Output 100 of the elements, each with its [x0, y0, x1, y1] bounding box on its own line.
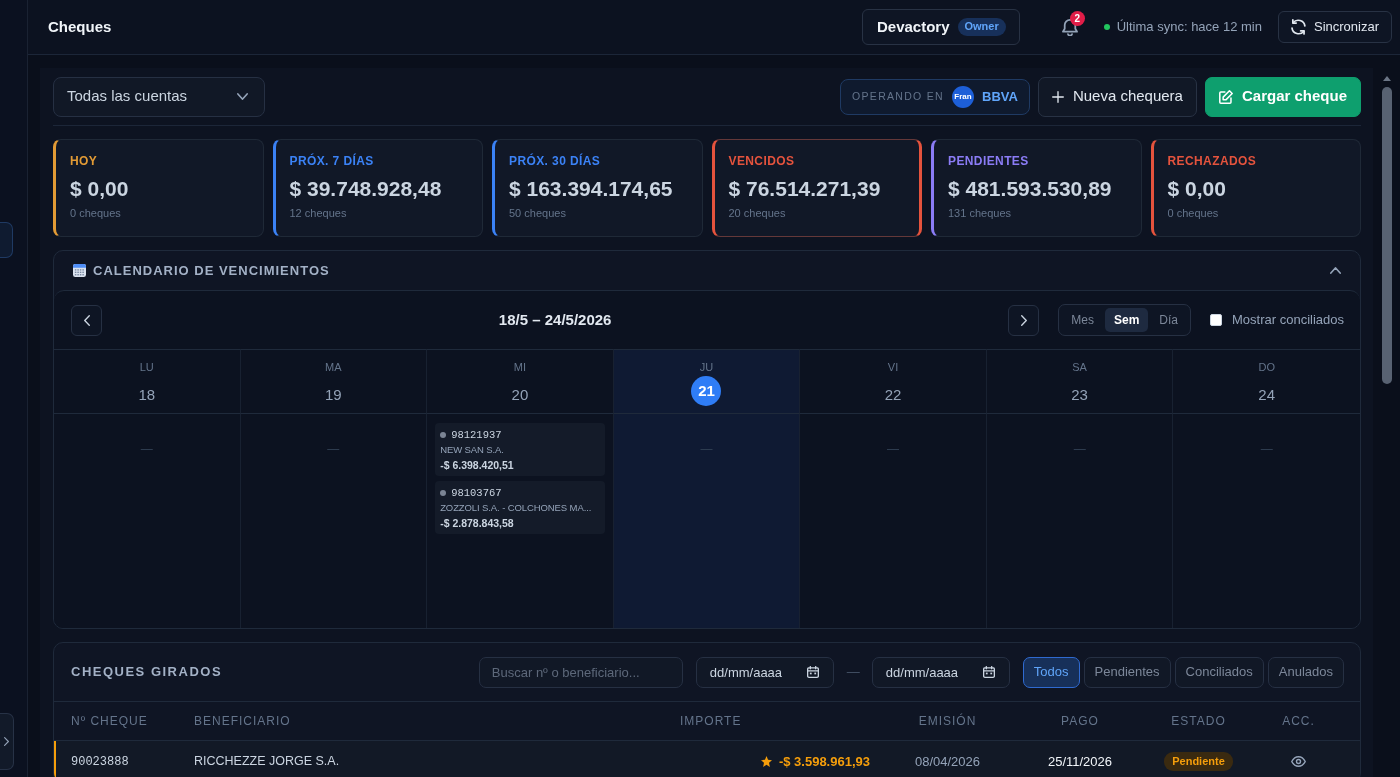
- column-header[interactable]: EMISIÓN: [880, 712, 1015, 730]
- star-icon[interactable]: [760, 756, 772, 767]
- checkbox-label: Mostrar conciliados: [1232, 311, 1344, 330]
- summary-card[interactable]: PENDIENTES $ 481.593.530,89 131 cheques: [931, 139, 1142, 237]
- filter-button[interactable]: Anulados: [1267, 656, 1344, 688]
- card-label: PENDIENTES: [948, 153, 1030, 169]
- summary-card[interactable]: RECHAZADOS $ 0,00 0 cheques: [1150, 139, 1361, 237]
- table-cell-text: RICCHEZZE JORGE S.A.: [194, 753, 341, 771]
- account-select[interactable]: Todas las cuentas: [53, 76, 265, 117]
- edit-icon: [1218, 89, 1233, 104]
- page-title: Cheques: [48, 16, 112, 37]
- filter-button[interactable]: Conciliados: [1174, 656, 1264, 688]
- calendar-icon[interactable]: [982, 665, 995, 678]
- date-field[interactable]: dd/mm/aaaa: [871, 656, 1010, 688]
- filter-button[interactable]: Pendientes: [1083, 656, 1171, 688]
- day-number[interactable]: 23: [1071, 380, 1088, 410]
- payee-name: ZOZZOLI S.A. - COLCHONES MA...: [440, 501, 593, 515]
- day-number[interactable]: 21: [691, 376, 722, 406]
- column-header[interactable]: IMPORTE: [680, 712, 880, 730]
- card-label: RECHAZADOS: [1167, 153, 1258, 169]
- range-separator: —: [846, 663, 860, 682]
- day-number[interactable]: 18: [138, 380, 156, 410]
- eye-icon[interactable]: [1291, 756, 1306, 767]
- day-number[interactable]: 24: [1258, 380, 1276, 410]
- previous-button[interactable]: [71, 304, 102, 336]
- table-cell-text: 25/11/2026: [1047, 752, 1113, 771]
- empty-day-mark: —: [700, 442, 713, 456]
- weekday-label: JU: [699, 360, 714, 374]
- scrollbar-thumb[interactable]: [1381, 87, 1392, 384]
- payee-name: NEW SAN S.A.: [440, 443, 505, 457]
- day-number[interactable]: 19: [325, 380, 342, 410]
- column-header[interactable]: ACC.: [1252, 712, 1345, 730]
- card-amount: $ 0,00: [70, 176, 130, 202]
- weekday-label: MI: [513, 360, 527, 374]
- date-field[interactable]: dd/mm/aaaa: [695, 656, 834, 688]
- checkbox[interactable]: [1210, 314, 1222, 326]
- view-tab[interactable]: Mes: [1062, 308, 1103, 332]
- empty-day-mark: —: [1073, 442, 1086, 456]
- column-header[interactable]: ESTADO: [1145, 712, 1252, 730]
- cheque-amount: -$ 2.878.843,58: [440, 516, 515, 530]
- card-amount: $ 163.394.174,65: [509, 176, 674, 202]
- table-cell-text: 08/04/2026: [914, 752, 981, 771]
- chevron-left-icon: [83, 314, 90, 326]
- chevron-up-icon[interactable]: [1330, 267, 1341, 274]
- cheque-amount: -$ 6.398.420,51: [440, 458, 515, 472]
- chevron-right-icon: [1020, 314, 1027, 326]
- view-tab[interactable]: Día: [1150, 308, 1187, 332]
- date-range-title: 18/5 – 24/5/2026: [497, 309, 613, 330]
- refresh-icon: [1290, 19, 1306, 35]
- section-title: CHEQUES GIRADOS: [71, 663, 223, 682]
- scroll-up-arrow-icon[interactable]: [1382, 76, 1391, 81]
- sync-button[interactable]: Sincronizar: [1277, 11, 1392, 43]
- weekday-label: LU: [139, 360, 154, 374]
- empty-day-mark: —: [140, 442, 153, 456]
- card-amount: $ 0,00: [1167, 176, 1227, 202]
- new-checkbook-button[interactable]: Nueva chequera: [1037, 76, 1197, 117]
- table-row[interactable]: 90023888 RICCHEZZE JORGE S.A. -$ 3.598.961,93 08/04/2026 25/11/2026 Pendiente: [54, 741, 1360, 777]
- workspace-switcher[interactable]: Devactory Owner: [861, 9, 1020, 45]
- view-tab[interactable]: Sem: [1104, 308, 1149, 332]
- calendar-icon: [73, 264, 86, 277]
- calendar-event[interactable]: 98103767 ZOZZOLI S.A. - COLCHONES MA... -$ 2.878.843,58: [435, 481, 605, 534]
- day-number[interactable]: 22: [884, 380, 902, 410]
- status-badge: Pendiente: [1164, 751, 1233, 772]
- card-count: 50 cheques: [509, 206, 567, 220]
- card-label: VENCIDOS: [728, 153, 796, 169]
- card-label: PRÓX. 7 DÍAS: [289, 153, 375, 169]
- summary-card[interactable]: VENCIDOS $ 76.514.271,39 20 cheques: [711, 139, 922, 237]
- card-amount: $ 481.593.530,89: [948, 176, 1113, 202]
- chevron-right-icon: [4, 737, 9, 746]
- weekday-label: SA: [1072, 360, 1087, 374]
- calendar-icon[interactable]: [806, 665, 819, 678]
- summary-card[interactable]: HOY $ 0,00 0 cheques: [53, 139, 264, 237]
- filter-button[interactable]: Todos: [1022, 656, 1080, 688]
- weekday-label: DO: [1258, 360, 1275, 374]
- summary-card[interactable]: PRÓX. 30 DÍAS $ 163.394.174,65 50 cheques: [492, 139, 703, 237]
- column-header[interactable]: Nº CHEQUE: [71, 712, 194, 730]
- weekday-label: MA: [325, 360, 342, 374]
- column-header[interactable]: BENEFICIARIO: [194, 712, 680, 730]
- summary-card[interactable]: PRÓX. 7 DÍAS $ 39.748.928,48 12 cheques: [272, 139, 483, 237]
- sync-status-text: Última sync: hace 12 min: [1116, 18, 1262, 37]
- card-count: 20 cheques: [728, 206, 787, 220]
- cheque-number: 98103767: [451, 486, 502, 500]
- next-button[interactable]: [1008, 304, 1040, 336]
- status-dot-icon: [440, 490, 447, 496]
- amount-cell-text: -$ 3.598.961,93: [778, 752, 870, 771]
- status-dot-icon: [440, 432, 447, 438]
- search-field[interactable]: Buscar nº o beneficiario...: [478, 656, 683, 688]
- card-label: HOY: [70, 153, 99, 169]
- operating-label: OPERANDO EN: [852, 88, 944, 104]
- section-title: CALENDARIO DE VENCIMIENTOS: [93, 261, 330, 280]
- table-cell-text: 90023888: [71, 753, 130, 771]
- day-number[interactable]: 20: [511, 380, 529, 410]
- column-header[interactable]: PAGO: [1015, 712, 1145, 730]
- notification-count-badge: 2: [1069, 11, 1085, 26]
- calendar-event[interactable]: 98121937 NEW SAN S.A. -$ 6.398.420,51: [435, 423, 605, 476]
- weekday-label: VI: [887, 360, 899, 374]
- bank-name: BBVA: [982, 87, 1018, 106]
- cheque-number: 98121937: [451, 428, 502, 442]
- card-amount: $ 39.748.928,48: [289, 176, 443, 202]
- card-count: 12 cheques: [289, 206, 348, 220]
